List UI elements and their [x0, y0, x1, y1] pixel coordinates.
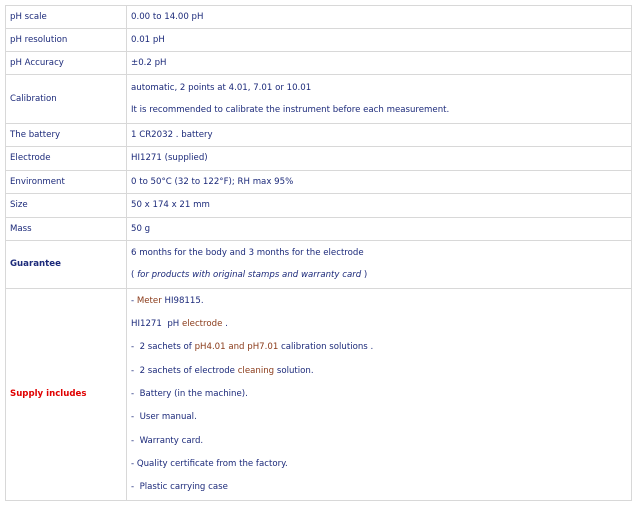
row-value: 50 g: [126, 217, 632, 241]
table-row: Size 50 x 174 x 21 mm: [5, 193, 632, 218]
specifications-table: pH scale 0.00 to 14.00 pH pH resolution …: [5, 5, 632, 501]
guarantee-line-1: 6 months for the body and 3 months for t…: [131, 248, 364, 258]
guarantee-label: Guarantee: [5, 240, 127, 289]
row-label: pH Accuracy: [5, 51, 127, 75]
guarantee-line-2: ( for products with original stamps and …: [131, 265, 627, 287]
row-label: Mass: [5, 217, 127, 241]
row-value: 6 months for the body and 3 months for t…: [126, 240, 632, 289]
row-label: Environment: [5, 170, 127, 194]
table-row: The battery 1 CR2032 . battery: [5, 123, 632, 147]
list-item: - Warranty card.: [131, 435, 204, 446]
supply-label: Supply includes: [5, 288, 127, 501]
row-value: 0.01 pH: [126, 28, 632, 52]
calibration-line-2: It is recommended to calibrate the instr…: [131, 104, 450, 115]
table-row: Guarantee 6 months for the body and 3 mo…: [5, 240, 632, 289]
table-row: pH Accuracy ±0.2 pH: [5, 51, 632, 75]
row-label: pH resolution: [5, 28, 127, 52]
table-row: Calibration automatic, 2 points at 4.01,…: [5, 74, 632, 124]
supply-list: - Meter HI98115. HI1271 pH electrode . -…: [126, 288, 632, 501]
list-item: - 2 sachets of pH4.01 and pH7.01 calibra…: [131, 342, 374, 353]
table-row: Environment 0 to 50°C (32 to 122°F); RH …: [5, 170, 632, 194]
list-item: - 2 sachets of electrode cleaning soluti…: [131, 365, 314, 376]
row-label: Electrode: [5, 146, 127, 171]
row-value: ±0.2 pH: [126, 51, 632, 75]
row-value: 0 to 50°C (32 to 122°F); RH max 95%: [126, 170, 632, 194]
row-label: pH scale: [5, 5, 127, 29]
paren-close: ): [361, 270, 368, 280]
row-value: 0.00 to 14.00 pH: [126, 5, 632, 29]
guarantee-note: for products with original stamps and wa…: [137, 270, 362, 280]
row-value: HI1271 (supplied): [126, 146, 632, 171]
table-row: pH scale 0.00 to 14.00 pH: [5, 5, 632, 29]
list-item: - Battery (in the machine).: [131, 388, 248, 399]
table-row: Supply includes - Meter HI98115. HI1271 …: [5, 288, 632, 501]
list-item: - Meter HI98115.: [131, 295, 204, 306]
table-row: Electrode HI1271 (supplied): [5, 146, 632, 171]
list-item: HI1271 pH electrode .: [131, 319, 228, 330]
row-label: The battery: [5, 123, 127, 147]
table-row: Mass 50 g: [5, 217, 632, 241]
row-value: automatic, 2 points at 4.01, 7.01 or 10.…: [126, 74, 632, 124]
list-item: - Quality certificate from the factory.: [131, 458, 288, 469]
row-label: Size: [5, 193, 127, 218]
row-value: 1 CR2032 . battery: [126, 123, 632, 147]
row-label: Calibration: [5, 74, 127, 124]
table-row: pH resolution 0.01 pH: [5, 28, 632, 52]
row-value: 50 x 174 x 21 mm: [126, 193, 632, 218]
list-item: - User manual.: [131, 412, 197, 423]
calibration-line-1: automatic, 2 points at 4.01, 7.01 or 10.…: [131, 82, 312, 93]
list-item: - Plastic carrying case: [131, 482, 228, 493]
